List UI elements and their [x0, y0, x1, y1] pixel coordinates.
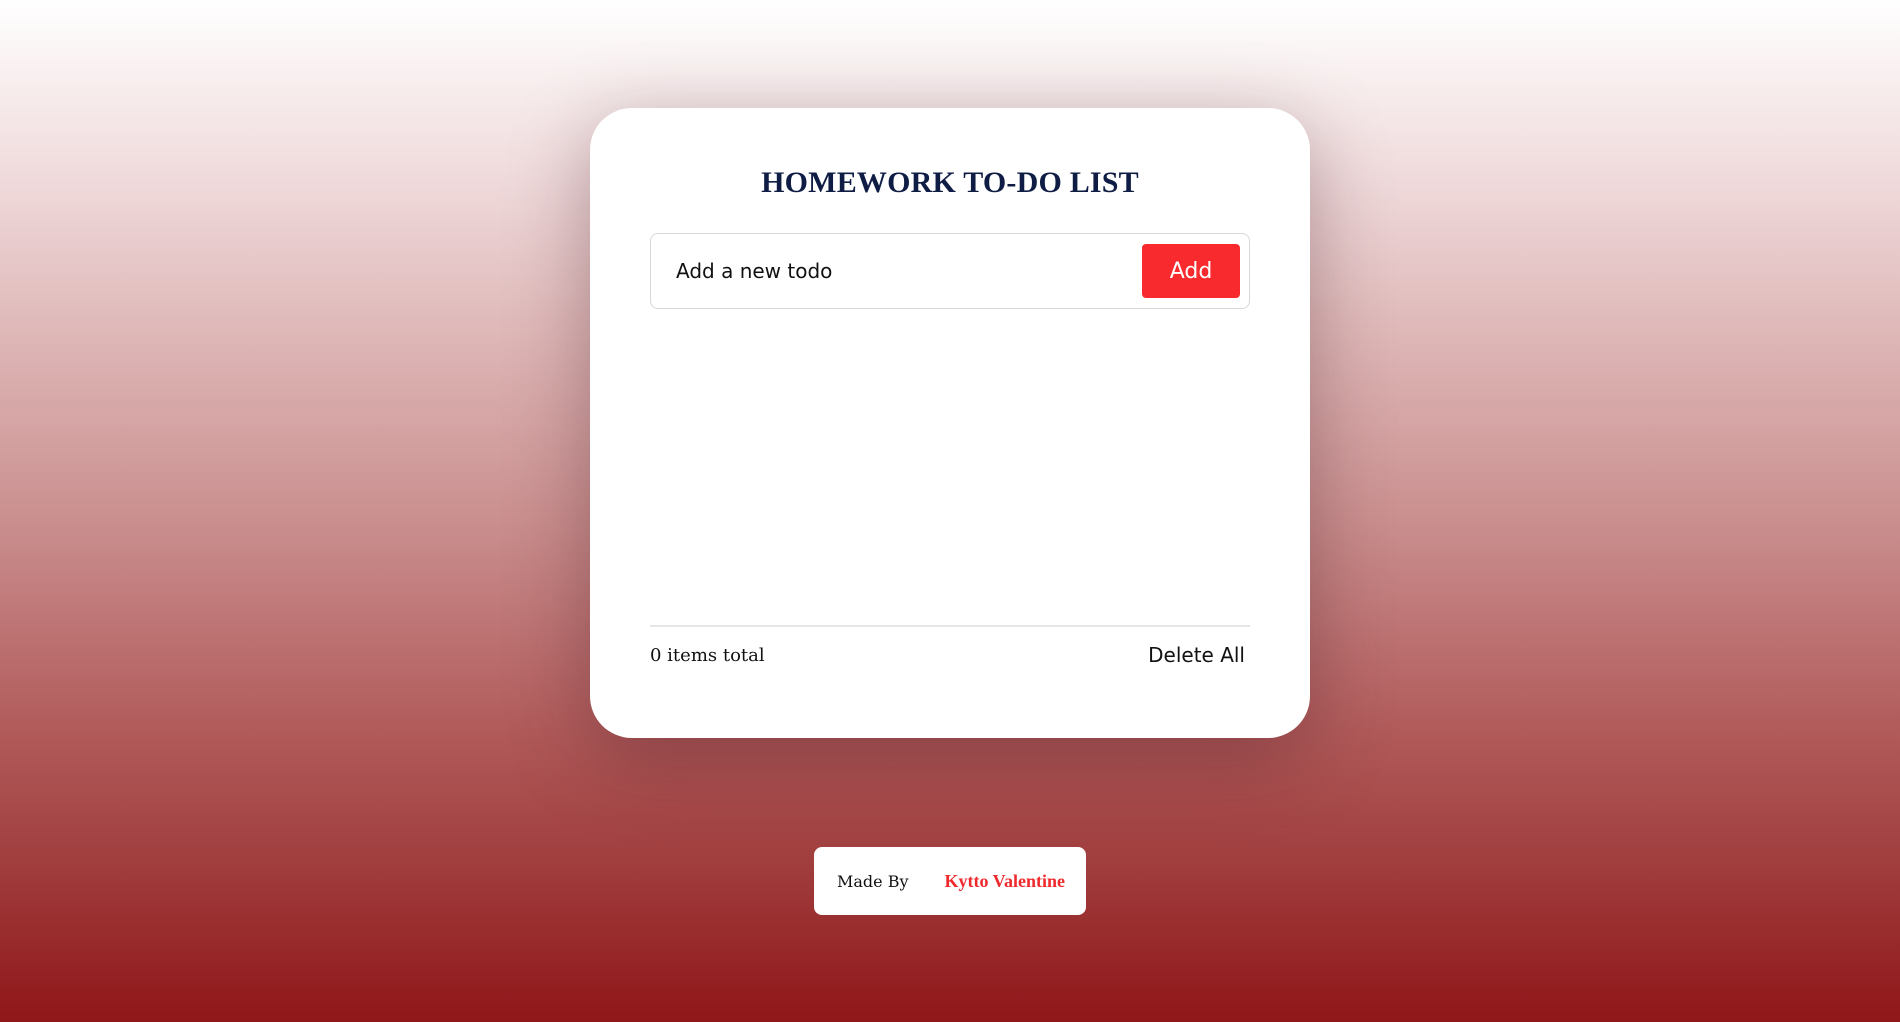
author-link[interactable]: Kytto Valentine [945, 871, 1066, 892]
new-todo-input[interactable] [652, 235, 1132, 307]
footer-divider [650, 625, 1250, 627]
page-title: HOMEWORK TO-DO LIST [761, 166, 1139, 199]
credit-badge: Made By Kytto Valentine [814, 847, 1086, 915]
items-count: 0 items total [650, 645, 765, 666]
todo-card: HOMEWORK TO-DO LIST Add 0 items total De… [590, 108, 1310, 738]
add-button[interactable]: Add [1142, 244, 1240, 298]
add-todo-form: Add [650, 233, 1250, 309]
made-by-label: Made By [837, 871, 909, 891]
delete-all-button[interactable]: Delete All [1148, 643, 1245, 667]
